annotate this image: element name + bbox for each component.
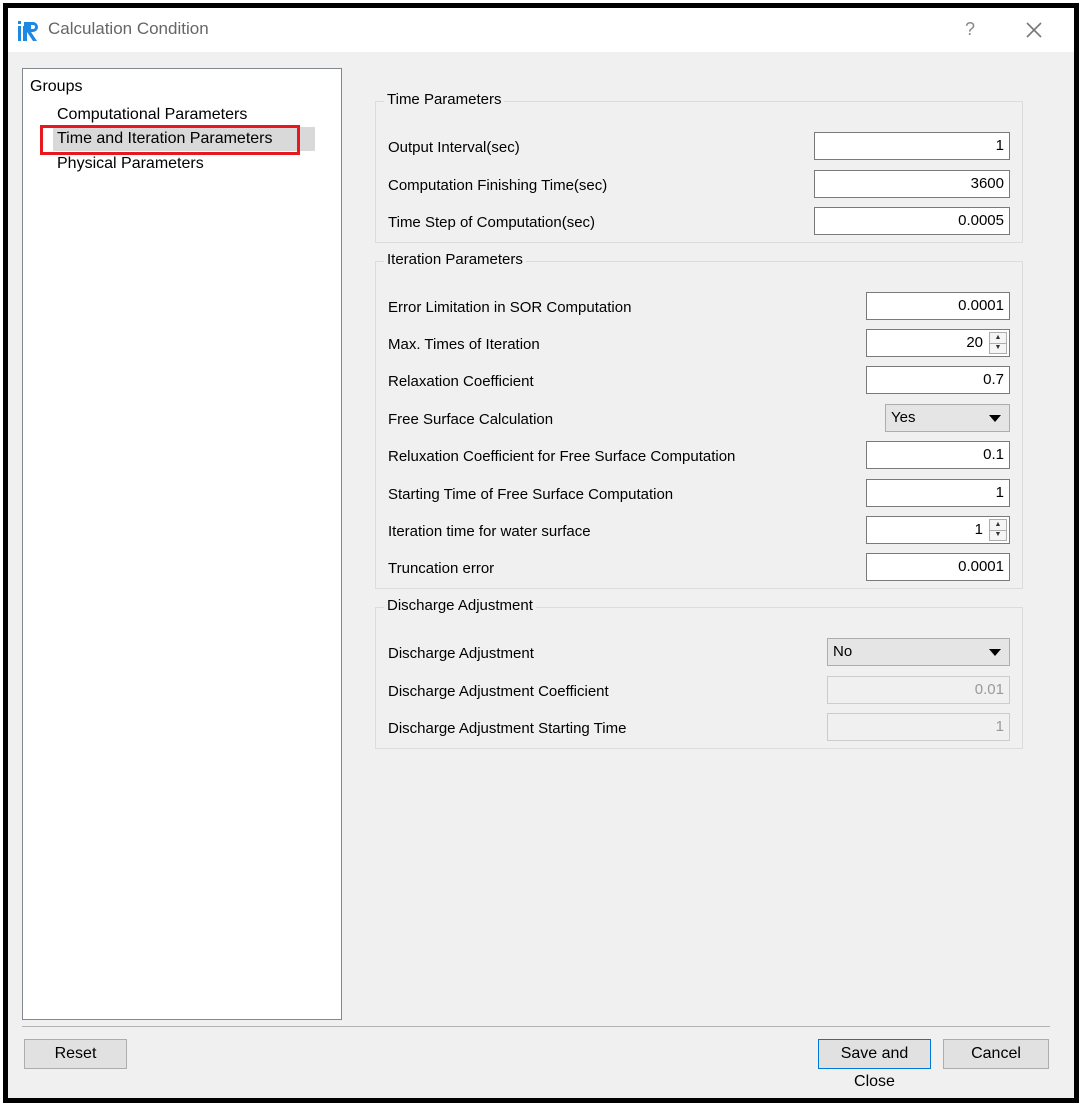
reluxation-free-surface-field[interactable]: 0.1 [866, 441, 1010, 469]
free-surface-dropdown[interactable]: Yes [885, 404, 1010, 432]
truncation-error-field[interactable]: 0.0001 [866, 553, 1010, 581]
free-surface-label: Free Surface Calculation [388, 411, 554, 428]
reset-button[interactable]: Reset [24, 1039, 127, 1069]
time-step-label: Time Step of Computation(sec) [388, 214, 596, 231]
time-parameters-title: Time Parameters [384, 91, 505, 108]
max-iteration-spinbox[interactable]: 20 ▲ ▼ [866, 329, 1010, 357]
discharge-adjustment-value: No [833, 643, 853, 660]
discharge-adjustment-label: Discharge Adjustment [388, 645, 534, 662]
spin-down-icon[interactable]: ▼ [990, 343, 1006, 353]
iteration-parameters-group: Iteration Parameters Error Limitation in… [375, 251, 1023, 589]
iteration-water-surface-spin-buttons: ▲ ▼ [989, 519, 1007, 541]
footer-divider [22, 1026, 1050, 1027]
free-surface-value: Yes [891, 409, 916, 426]
time-step-field[interactable]: 0.0005 [814, 207, 1010, 235]
relaxation-field[interactable]: 0.7 [866, 366, 1010, 394]
groups-panel: Groups Computational Parameters Time and… [22, 68, 342, 1020]
finishing-time-label: Computation Finishing Time(sec) [388, 177, 608, 194]
relaxation-label: Relaxation Coefficient [388, 373, 534, 390]
dialog-window: Calculation Condition ? Groups Computati… [3, 3, 1079, 1103]
group-item-computational-parameters[interactable]: Computational Parameters [53, 103, 251, 127]
groups-title: Groups [30, 78, 83, 95]
output-interval-label: Output Interval(sec) [388, 139, 520, 156]
starting-time-free-surface-label: Starting Time of Free Surface Computatio… [388, 486, 674, 503]
discharge-adjustment-dropdown[interactable]: No [827, 638, 1010, 666]
discharge-starting-time-field: 1 [827, 713, 1010, 741]
truncation-error-label: Truncation error [388, 560, 495, 577]
chevron-down-icon [989, 649, 1001, 656]
chevron-down-icon [989, 415, 1001, 422]
annotation-highlight-box [40, 125, 300, 155]
output-interval-field[interactable]: 1 [814, 132, 1010, 160]
discharge-coefficient-field: 0.01 [827, 676, 1010, 704]
help-button[interactable]: ? [958, 16, 982, 42]
discharge-starting-time-label: Discharge Adjustment Starting Time [388, 720, 627, 737]
title-bar: Calculation Condition ? [8, 8, 1074, 52]
error-limitation-field[interactable]: 0.0001 [866, 292, 1010, 320]
max-iteration-spin-buttons: ▲ ▼ [989, 332, 1007, 354]
max-iteration-value: 20 [966, 334, 983, 351]
group-item-physical-parameters[interactable]: Physical Parameters [53, 152, 208, 176]
finishing-time-field[interactable]: 3600 [814, 170, 1010, 198]
close-icon[interactable] [1020, 16, 1048, 44]
spin-down-icon[interactable]: ▼ [990, 530, 1006, 540]
iteration-water-surface-label: Iteration time for water surface [388, 523, 591, 540]
iteration-parameters-title: Iteration Parameters [384, 251, 526, 268]
iteration-water-surface-spinbox[interactable]: 1 ▲ ▼ [866, 516, 1010, 544]
window-title: Calculation Condition [48, 19, 209, 38]
reluxation-free-surface-label: Reluxation Coefficient for Free Surface … [388, 448, 736, 465]
cancel-button[interactable]: Cancel [943, 1039, 1049, 1069]
iric-logo-icon [18, 21, 38, 41]
iteration-water-surface-value: 1 [974, 521, 983, 538]
save-and-close-button[interactable]: Save and Close [818, 1039, 931, 1090]
error-limitation-label: Error Limitation in SOR Computation [388, 299, 632, 316]
time-parameters-group: Time Parameters Output Interval(sec) 1 C… [375, 91, 1023, 243]
discharge-adjustment-group: Discharge Adjustment Discharge Adjustmen… [375, 597, 1023, 749]
starting-time-free-surface-field[interactable]: 1 [866, 479, 1010, 507]
discharge-coefficient-label: Discharge Adjustment Coefficient [388, 683, 609, 700]
max-iteration-label: Max. Times of Iteration [388, 336, 540, 353]
discharge-adjustment-title: Discharge Adjustment [384, 597, 536, 614]
